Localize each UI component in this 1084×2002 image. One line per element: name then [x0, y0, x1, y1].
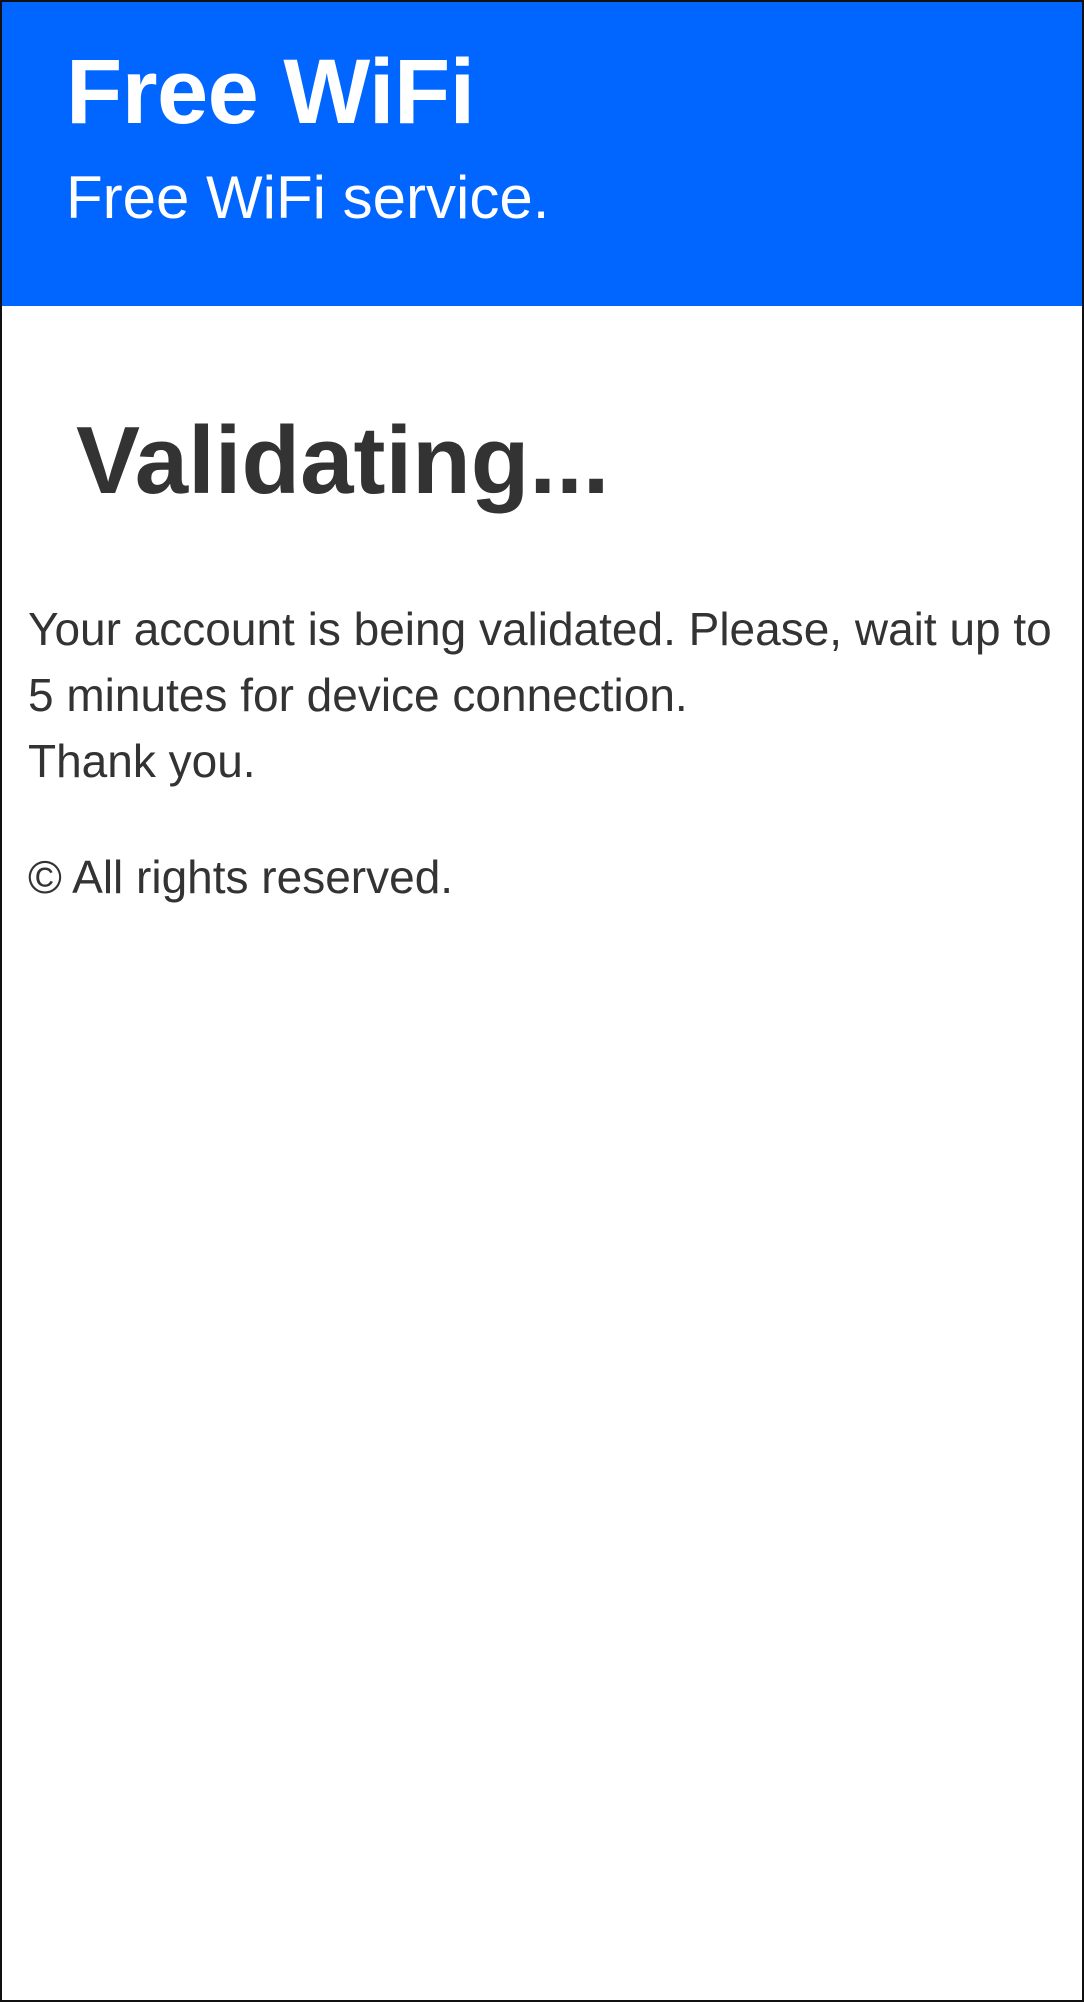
main-content: Validating... Your account is being vali… [2, 306, 1082, 910]
copyright-notice: © All rights reserved. [28, 851, 454, 903]
status-heading: Validating... [76, 407, 610, 514]
brand-subtitle: Free WiFi service. [66, 164, 550, 231]
brand-title: Free WiFi [66, 41, 475, 143]
header-banner: Free WiFi Free WiFi service. [2, 2, 1082, 306]
page-frame: Free WiFi Free WiFi service. Validating.… [0, 0, 1084, 2002]
validation-message-text: Your account is being validated. Please,… [28, 603, 1052, 721]
thank-you-text: Thank you. [28, 735, 256, 787]
validation-message: Your account is being validated. Please,… [28, 596, 1056, 794]
